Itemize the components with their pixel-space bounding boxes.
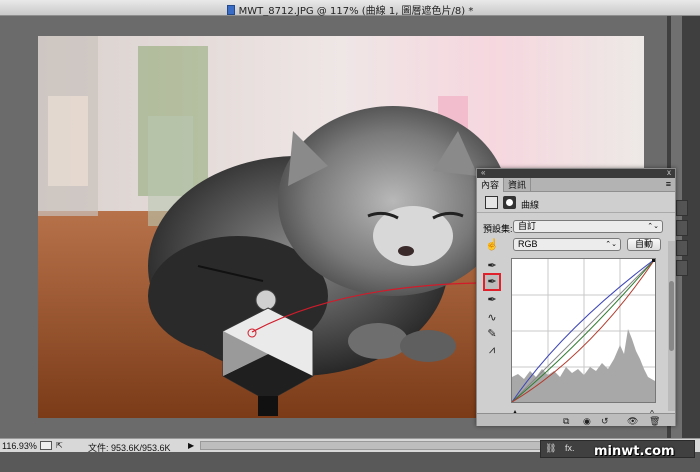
- link-icon[interactable]: ⛓: [545, 443, 556, 454]
- eye-icon[interactable]: ◉: [583, 416, 591, 427]
- eyedropper-black-icon[interactable]: ✒: [485, 259, 499, 273]
- preset-label: 預設集:: [483, 224, 513, 234]
- title-bar: MWT_8712.JPG @ 117% (曲線 1, 圖層遮色片/8) *: [0, 0, 700, 17]
- curve-point-icon[interactable]: ∿: [485, 311, 499, 325]
- status-menu-arrow[interactable]: ▶: [188, 441, 194, 450]
- photoshop-window: MWT_8712.JPG @ 117% (曲線 1, 圖層遮色片/8) * « …: [0, 0, 700, 472]
- horizontal-scrollbar[interactable]: [200, 441, 560, 450]
- share-icon[interactable]: ⇱: [56, 441, 63, 450]
- collapsed-tab[interactable]: [676, 220, 688, 236]
- pencil-icon[interactable]: ✎: [485, 327, 499, 341]
- preset-value: 自訂: [518, 221, 537, 231]
- mask-icon[interactable]: [503, 196, 516, 209]
- eyedropper-gray-icon[interactable]: ✒: [483, 273, 501, 291]
- curves-graph[interactable]: [511, 258, 656, 403]
- collapsed-tab[interactable]: [676, 260, 688, 276]
- collapsed-panel-tabs: [676, 200, 688, 330]
- collapsed-tab[interactable]: [676, 240, 688, 256]
- visibility-icon[interactable]: 👁: [627, 416, 638, 427]
- collapse-icon[interactable]: «: [481, 168, 485, 177]
- trash-icon[interactable]: 🗑: [649, 416, 660, 427]
- input-slider[interactable]: [511, 405, 657, 419]
- watermark: minwt.com: [594, 444, 675, 459]
- properties-panel: « x 內容 資訊 ≡ 曲線 預設集: 自訂 ⌃⌄ ☝ RGB ⌃⌄ 自動 ✒ ✒ …: [476, 168, 676, 426]
- doc-icon: [226, 5, 235, 15]
- adjustment-header: 曲線: [477, 193, 675, 213]
- collapsed-tab[interactable]: [676, 200, 688, 216]
- panel-menu-icon[interactable]: ≡: [666, 179, 671, 189]
- hand-target-icon[interactable]: ☝: [485, 238, 499, 252]
- auto-button[interactable]: 自動: [627, 238, 661, 251]
- tab-info[interactable]: 資訊: [504, 178, 532, 192]
- close-panel-icon[interactable]: x: [667, 168, 671, 177]
- preset-select[interactable]: 自訂 ⌃⌄: [513, 220, 663, 233]
- fx-icon[interactable]: fx.: [565, 443, 575, 453]
- zoom-level[interactable]: 116.93%: [2, 441, 37, 451]
- panel-header: « x: [477, 168, 675, 178]
- panel-tabs: 內容 資訊 ≡: [477, 178, 675, 192]
- panel-footer: ⧉ ◉ ↺ 👁 🗑: [477, 413, 675, 426]
- reset-icon[interactable]: ↺: [601, 416, 609, 427]
- scroll-thumb[interactable]: [669, 281, 674, 351]
- window-title: MWT_8712.JPG @ 117% (曲線 1, 圖層遮色片/8) *: [0, 2, 700, 17]
- channel-value: RGB: [518, 239, 538, 249]
- smooth-icon[interactable]: ⩘: [485, 343, 499, 357]
- eyedropper-white-icon[interactable]: ✒: [485, 293, 499, 307]
- tab-properties[interactable]: 內容: [477, 178, 505, 192]
- chevron-down-icon: ⌃⌄: [647, 223, 659, 230]
- curve-adjust-icon[interactable]: [485, 196, 498, 209]
- status-icon[interactable]: [40, 441, 52, 450]
- adjustment-label: 曲線: [521, 200, 540, 210]
- clip-icon[interactable]: ⧉: [563, 416, 569, 427]
- channel-select[interactable]: RGB ⌃⌄: [513, 238, 621, 251]
- panel-scrollbar[interactable]: [668, 241, 675, 411]
- chevron-down-icon: ⌃⌄: [605, 241, 617, 248]
